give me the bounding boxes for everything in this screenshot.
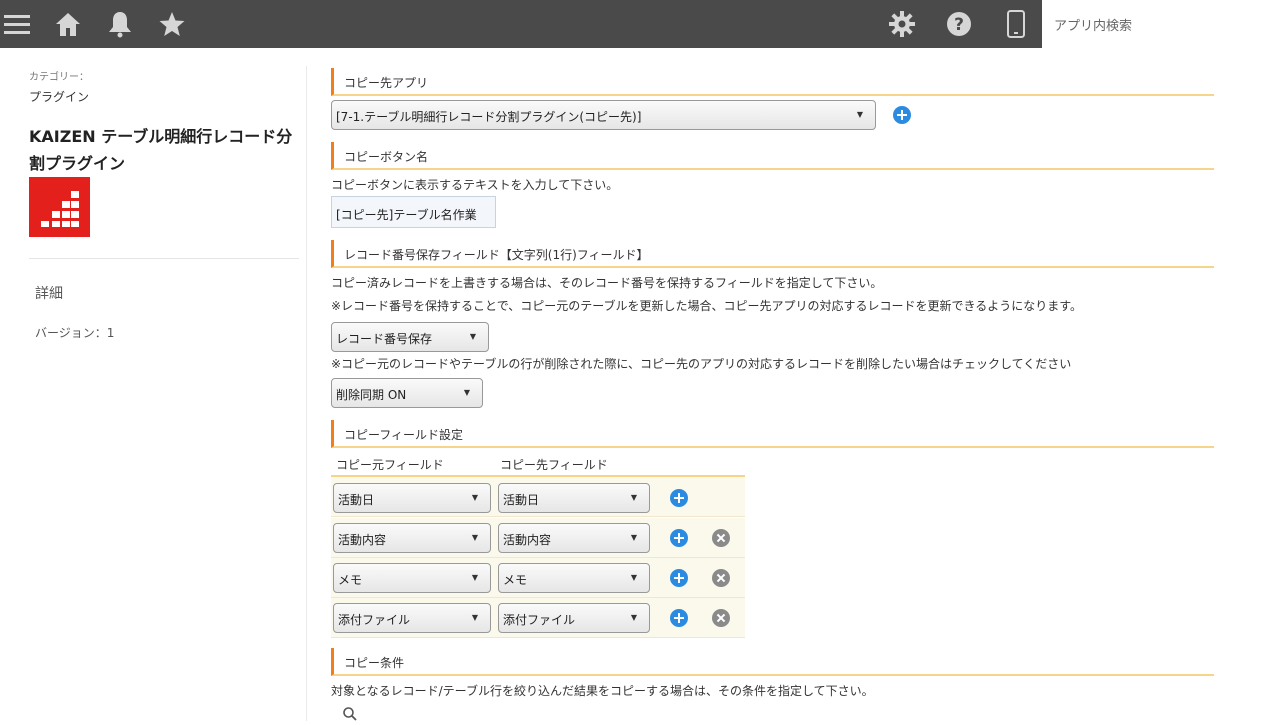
dest-field-select[interactable]: 活動内容 ▼ — [498, 523, 650, 553]
copy-button-heading: コピーボタン名 — [331, 142, 1214, 170]
remove-row-button[interactable] — [712, 529, 730, 547]
source-field-select[interactable]: 活動内容 ▼ — [333, 523, 491, 553]
sidebar-divider — [29, 258, 299, 259]
content-divider — [306, 66, 307, 721]
dest-field-value: 添付ファイル — [503, 613, 576, 627]
dest-field-value: 活動内容 — [503, 533, 552, 547]
category-label: カテゴリー： — [29, 72, 89, 83]
record-field-select[interactable]: レコード番号保存 ▼ — [331, 322, 489, 352]
dest-field-value: 活動日 — [503, 493, 540, 507]
source-field-value: 活動内容 — [338, 533, 387, 547]
add-row-button[interactable] — [670, 529, 688, 547]
field-settings-heading: コピーフィールド設定 — [331, 420, 1214, 448]
delete-sync-select[interactable]: 削除同期 ON ▼ — [331, 378, 483, 408]
chevron-down-icon: ▼ — [630, 573, 637, 582]
dest-app-select-value: [7-1.テーブル明細行レコード分割プラグイン(コピー先)] — [336, 110, 642, 124]
details-link[interactable]: 詳細 — [35, 283, 63, 303]
record-field-description-2: ※レコード番号を保持することで、コピー元のテーブルを更新した場合、コピー先アプリ… — [331, 299, 1083, 313]
source-field-select[interactable]: 活動日 ▼ — [333, 483, 491, 513]
star-icon[interactable] — [156, 8, 188, 40]
add-row-button[interactable] — [670, 489, 688, 507]
plugin-logo-icon — [29, 177, 90, 237]
home-icon[interactable] — [52, 8, 84, 40]
version-text: バージョン：1 — [35, 326, 115, 340]
chevron-down-icon: ▼ — [471, 573, 478, 582]
chevron-down-icon: ▼ — [630, 533, 637, 542]
bell-icon[interactable] — [104, 8, 136, 40]
menu-icon[interactable] — [1, 8, 33, 40]
app-search-input[interactable]: アプリ内検索 — [1042, 0, 1280, 48]
chevron-down-icon: ▼ — [856, 110, 863, 119]
chevron-down-icon: ▼ — [630, 493, 637, 502]
plugin-title: KAIZEN テーブル明細行レコード分割プラグイン — [29, 127, 293, 173]
record-field-heading: レコード番号保存フィールド【文字列(1行)フィールド】 — [331, 240, 1214, 268]
add-row-button[interactable] — [670, 569, 688, 587]
help-icon[interactable]: ? — [943, 8, 975, 40]
source-field-select[interactable]: メモ ▼ — [333, 563, 491, 593]
delete-sync-select-value: 削除同期 ON — [336, 388, 407, 402]
chevron-down-icon: ▼ — [471, 493, 478, 502]
chevron-down-icon: ▼ — [469, 332, 476, 341]
dest-field-select[interactable]: 添付ファイル ▼ — [498, 603, 650, 633]
conditions-heading: コピー条件 — [331, 648, 1214, 676]
source-field-value: メモ — [338, 573, 363, 587]
copy-button-name-input[interactable]: [コピー先]テーブル名作業 — [331, 196, 496, 228]
chevron-down-icon: ▼ — [471, 533, 478, 542]
conditions-description: 対象となるレコード/テーブル行を絞り込んだ結果をコピーする場合は、その条件を指定… — [331, 684, 874, 698]
add-app-button[interactable] — [893, 106, 911, 124]
remove-row-button[interactable] — [712, 569, 730, 587]
chevron-down-icon: ▼ — [471, 613, 478, 622]
chevron-down-icon: ▼ — [630, 613, 637, 622]
source-field-select[interactable]: 添付ファイル ▼ — [333, 603, 491, 633]
dest-field-select[interactable]: 活動日 ▼ — [498, 483, 650, 513]
record-field-description-1: コピー済みレコードを上書きする場合は、そのレコード番号を保持するフィールドを指定… — [331, 276, 883, 290]
chevron-down-icon: ▼ — [463, 388, 470, 397]
search-icon[interactable] — [342, 706, 358, 721]
mobile-icon[interactable] — [1000, 8, 1032, 40]
category-value: プラグイン — [29, 90, 90, 104]
source-field-value: 添付ファイル — [338, 613, 411, 627]
copy-button-description: コピーボタンに表示するテキストを入力して下さい。 — [331, 178, 619, 192]
dest-field-value: メモ — [503, 573, 528, 587]
source-field-column-header: コピー元フィールド — [336, 458, 444, 472]
dest-field-select[interactable]: メモ ▼ — [498, 563, 650, 593]
record-field-description-3: ※コピー元のレコードやテーブルの行が削除された際に、コピー先のアプリの対応するレ… — [331, 357, 1072, 371]
source-field-value: 活動日 — [338, 493, 375, 507]
dest-app-heading: コピー先アプリ — [331, 68, 1214, 96]
dest-field-column-header: コピー先フィールド — [500, 458, 608, 472]
top-bar: ? アプリ内検索 — [0, 0, 1280, 48]
remove-row-button[interactable] — [712, 609, 730, 627]
record-field-select-value: レコード番号保存 — [336, 332, 433, 346]
gear-icon[interactable] — [886, 8, 918, 40]
svg-text:?: ? — [954, 15, 964, 35]
add-row-button[interactable] — [670, 609, 688, 627]
dest-app-select[interactable]: [7-1.テーブル明細行レコード分割プラグイン(コピー先)] ▼ — [331, 100, 876, 130]
